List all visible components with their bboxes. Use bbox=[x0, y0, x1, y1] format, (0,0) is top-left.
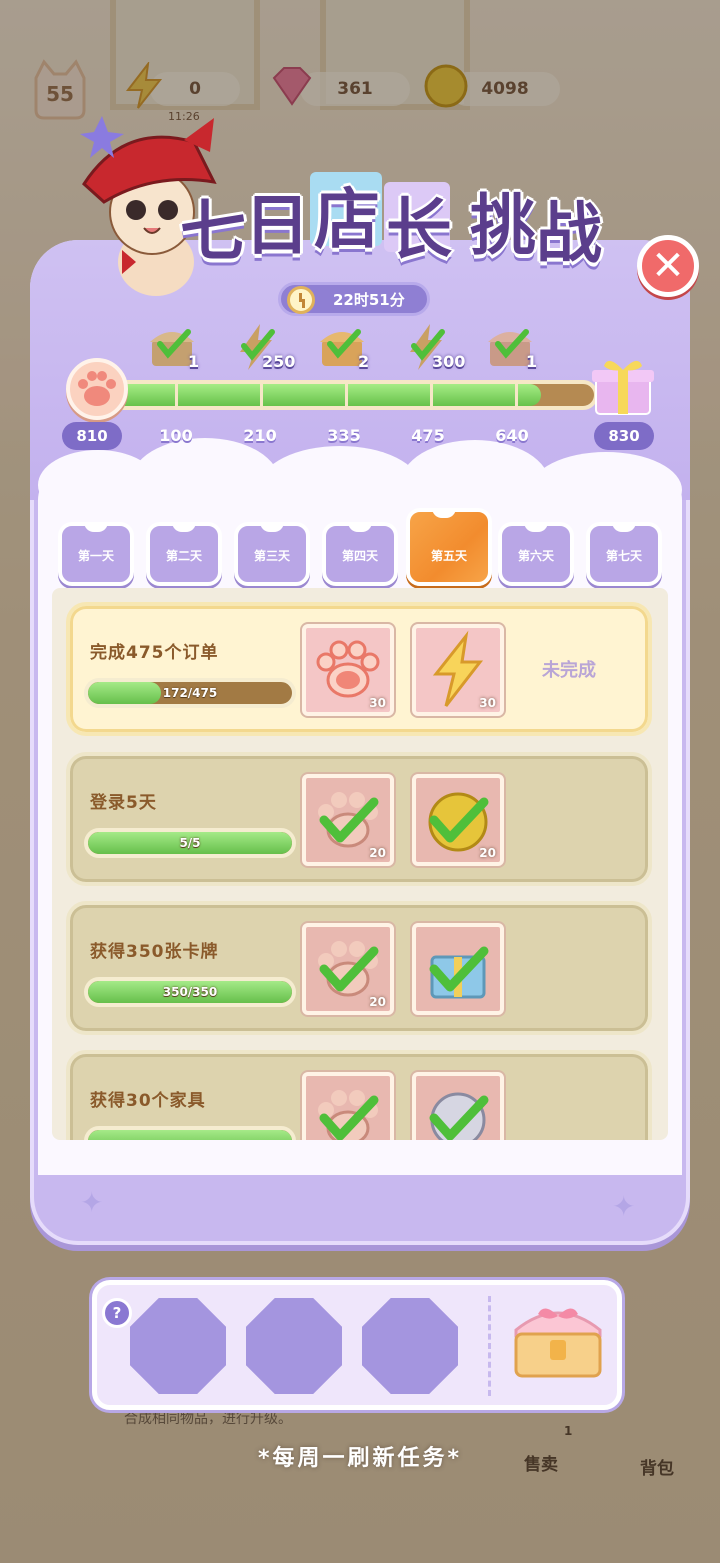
milestone-count: 250 bbox=[262, 352, 296, 371]
milestone-chest[interactable]: 1 bbox=[484, 322, 540, 372]
star-decoration-icon: ✦ bbox=[80, 1186, 104, 1219]
milestone-chest[interactable]: 1 bbox=[146, 322, 202, 372]
milestone-energy[interactable]: 250 bbox=[234, 322, 295, 372]
tab-day-4[interactable]: 第四天 bbox=[322, 522, 398, 586]
tab-day-7[interactable]: 第七天 bbox=[586, 522, 662, 586]
help-button[interactable]: ? bbox=[102, 1298, 132, 1328]
task-progress-bar: 172/475 bbox=[84, 678, 296, 708]
reward-slot: 20 bbox=[302, 923, 394, 1015]
milestone-count: 1 bbox=[188, 352, 200, 371]
milestone-count: 300 bbox=[432, 352, 466, 371]
reward-count: 20 bbox=[479, 846, 496, 860]
reward-count: 30 bbox=[479, 696, 496, 710]
title-char: 挑 bbox=[469, 186, 538, 266]
task-title: 获得30个家具 bbox=[90, 1091, 206, 1111]
tab-day-3[interactable]: 第三天 bbox=[234, 522, 310, 586]
milestone-points: 475 bbox=[411, 426, 445, 445]
weekly-slot bbox=[246, 1298, 342, 1394]
task-progress-bar: 350/350 bbox=[84, 977, 296, 1007]
title-char: 长 bbox=[385, 190, 454, 270]
title-char: 店 bbox=[313, 180, 382, 260]
paw-icon bbox=[318, 1090, 379, 1140]
current-points: 810 bbox=[62, 422, 122, 450]
task-progress-text: 5/5 bbox=[179, 836, 201, 850]
close-icon: ✕ bbox=[651, 243, 685, 289]
progress-tick bbox=[430, 382, 433, 408]
divider bbox=[488, 1296, 491, 1396]
milestone-count: 2 bbox=[358, 352, 370, 371]
progress-tick bbox=[515, 382, 518, 408]
task-progress-text: 172/475 bbox=[162, 686, 218, 700]
reward-count: 30 bbox=[369, 696, 386, 710]
paw-points-icon bbox=[66, 358, 128, 420]
tab-day-1[interactable]: 第一天 bbox=[58, 522, 134, 586]
tab-day-6[interactable]: 第六天 bbox=[498, 522, 574, 586]
task-title: 完成475个订单 bbox=[90, 643, 219, 663]
task-progress-bar: 5/5 bbox=[84, 828, 296, 858]
weekly-refresh-text: *每周一刷新任务* bbox=[257, 1446, 462, 1471]
milestone-points: 100 bbox=[159, 426, 193, 445]
reward-slot[interactable]: 30 bbox=[302, 624, 394, 716]
reward-slot bbox=[412, 923, 504, 1015]
reward-slot: 20 bbox=[412, 774, 504, 866]
milestone-points: 335 bbox=[327, 426, 361, 445]
milestone-energy[interactable]: 300 bbox=[404, 322, 465, 372]
star-decoration-icon: ✦ bbox=[612, 1190, 636, 1223]
tab-day-2[interactable]: 第二天 bbox=[146, 522, 222, 586]
tab-day-5[interactable]: 第五天 bbox=[406, 508, 492, 586]
milestone-points: 640 bbox=[495, 426, 529, 445]
weekly-chest-icon[interactable] bbox=[508, 1296, 608, 1382]
task-title: 登录5天 bbox=[90, 793, 157, 813]
title-char: 战 bbox=[535, 194, 604, 274]
task-progress-text: 350/350 bbox=[162, 985, 218, 999]
event-progress-bar bbox=[108, 380, 598, 410]
reward-slot bbox=[412, 1072, 504, 1140]
task-card: 登录5天 5/5 20 20 bbox=[66, 752, 652, 886]
reward-count: 20 bbox=[369, 846, 386, 860]
task-card: 获得350张卡牌 350/350 20 bbox=[66, 901, 652, 1035]
reward-slot[interactable]: 30 bbox=[412, 624, 504, 716]
weekly-slot bbox=[130, 1298, 226, 1394]
milestone-points: 210 bbox=[243, 426, 277, 445]
goal-points: 830 bbox=[594, 422, 654, 450]
task-title: 获得350张卡牌 bbox=[90, 942, 219, 962]
reward-slot: 20 bbox=[302, 774, 394, 866]
task-progress-bar bbox=[84, 1126, 296, 1140]
silver-coin-icon bbox=[429, 1092, 489, 1140]
event-timer-text: 22时51分 bbox=[333, 290, 405, 309]
milestone-count: 1 bbox=[526, 352, 538, 371]
final-gift-icon[interactable] bbox=[590, 352, 656, 418]
clock-icon bbox=[287, 286, 315, 314]
task-progress-fill bbox=[88, 1130, 292, 1140]
reward-count: 20 bbox=[369, 995, 386, 1009]
milestone-chest[interactable]: 2 bbox=[316, 322, 372, 372]
title-char: 日 bbox=[243, 186, 312, 266]
reward-slot bbox=[302, 1072, 394, 1140]
event-timer: 22时51分 bbox=[278, 282, 430, 316]
weekly-slot bbox=[362, 1298, 458, 1394]
gift-box-icon bbox=[429, 946, 489, 999]
progress-tick bbox=[345, 382, 348, 408]
task-card: 完成475个订单 172/475 30 30 未完成 bbox=[66, 602, 652, 736]
progress-tick bbox=[260, 382, 263, 408]
close-button[interactable]: ✕ bbox=[637, 235, 699, 297]
title-char: 七 bbox=[179, 192, 248, 272]
task-card: 获得30个家具 bbox=[66, 1050, 652, 1140]
progress-tick bbox=[175, 382, 178, 408]
task-list[interactable]: 完成475个订单 172/475 30 30 未完成 登录5天 5/5 20 2… bbox=[52, 588, 668, 1140]
task-status: 未完成 bbox=[542, 660, 596, 681]
event-title: 七 日 店 长 挑 战 bbox=[179, 160, 620, 280]
